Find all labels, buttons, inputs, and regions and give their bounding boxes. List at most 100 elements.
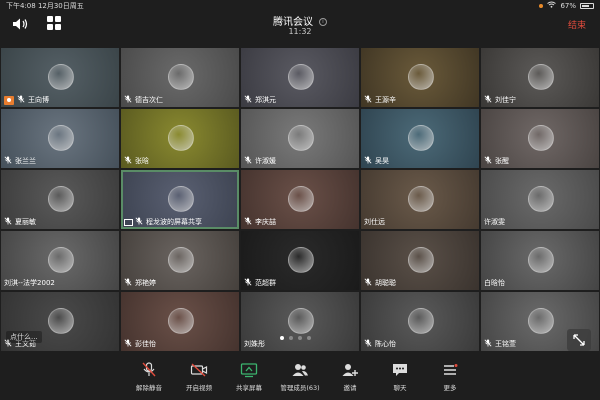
status-right: 67% xyxy=(539,1,594,10)
unmute-button[interactable]: 解除静音 xyxy=(126,362,172,392)
participant-avatar xyxy=(48,125,74,151)
participant-label: 许淑雯 xyxy=(484,217,505,227)
participant-tile[interactable]: 夏丽敏 xyxy=(1,170,119,229)
participant-tile[interactable]: 刘姝彤 xyxy=(241,292,359,351)
participant-label: 范超群 xyxy=(244,278,276,288)
participant-name: 李庆喆 xyxy=(255,218,276,226)
expand-icon xyxy=(573,334,585,346)
participant-name: 张醒 xyxy=(495,157,509,165)
manage-members-label: 管理成员(63) xyxy=(280,384,320,392)
members-icon xyxy=(292,364,308,376)
participant-tile[interactable]: 郑艳婷 xyxy=(121,231,239,290)
mic-muted-icon xyxy=(17,95,28,105)
participant-tile[interactable]: 刘仕远 xyxy=(361,170,479,229)
participant-avatar xyxy=(48,186,74,212)
participant-tile[interactable]: 陈心怡 xyxy=(361,292,479,351)
mic-muted-icon xyxy=(364,278,375,288)
participant-tile[interactable]: 李庆喆 xyxy=(241,170,359,229)
participant-label: 许淑媛 xyxy=(244,156,276,166)
participant-tile[interactable]: 范超群 xyxy=(241,231,359,290)
participant-name: 刘淇--法学2002 xyxy=(4,279,55,287)
page-dot xyxy=(298,336,302,340)
participant-tile[interactable]: 张醒 xyxy=(481,109,599,168)
page-dot xyxy=(280,336,284,340)
participant-tile[interactable]: 程龙波的屏幕共享 xyxy=(121,170,239,229)
participant-name: 刘佳宁 xyxy=(495,96,516,104)
start-video-button[interactable]: 开启视频 xyxy=(176,362,222,392)
participant-tile[interactable]: 彭佳怡 xyxy=(121,292,239,351)
page-indicator xyxy=(280,336,311,340)
participant-avatar xyxy=(168,186,194,212)
mic-muted-icon xyxy=(124,95,135,105)
status-bar: 下午4:08 12月30日周五 67% xyxy=(0,0,600,10)
participant-tile[interactable]: 王源辛 xyxy=(361,48,479,107)
participant-name: 许淑媛 xyxy=(255,157,276,165)
participant-tile[interactable]: 张兰兰 xyxy=(1,109,119,168)
mic-muted-icon xyxy=(364,156,375,166)
participant-tile[interactable]: 王向博 xyxy=(1,48,119,107)
participant-avatar xyxy=(168,125,194,151)
mic-muted-icon xyxy=(364,95,375,105)
participant-avatar xyxy=(408,125,434,151)
participant-avatar xyxy=(528,64,554,90)
share-screen-button[interactable]: 共享屏幕 xyxy=(226,362,272,392)
participant-label: 王铭萱 xyxy=(484,339,516,349)
manage-members-button[interactable]: 管理成员(63) xyxy=(277,362,323,392)
invite-button[interactable]: 邀请 xyxy=(327,362,373,392)
mic-muted-icon xyxy=(484,339,495,349)
participant-avatar xyxy=(48,308,74,334)
mic-muted-icon xyxy=(124,156,135,166)
participant-avatar xyxy=(408,186,434,212)
participant-tile[interactable]: 吴昊 xyxy=(361,109,479,168)
mic-muted-icon xyxy=(135,217,146,227)
add-user-icon xyxy=(342,364,358,376)
participant-avatar xyxy=(528,247,554,273)
page-dot xyxy=(289,336,293,340)
participant-name: 郑艳婷 xyxy=(135,279,156,287)
end-meeting-button[interactable]: 结束 xyxy=(568,18,586,31)
participant-avatar xyxy=(288,308,314,334)
more-label: 更多 xyxy=(443,384,457,392)
mic-muted-icon xyxy=(484,95,495,105)
participant-avatar xyxy=(48,64,74,90)
participant-avatar xyxy=(288,186,314,212)
participant-tile[interactable]: 张晗 xyxy=(121,109,239,168)
participant-tile[interactable]: 郑淇元 xyxy=(241,48,359,107)
mic-muted-icon xyxy=(4,217,15,227)
meeting-title-row[interactable]: 腾讯会议 i xyxy=(0,13,600,28)
info-icon[interactable]: i xyxy=(319,18,327,26)
chat-input-hint[interactable]: 点什么... xyxy=(6,331,42,343)
participant-name: 王铭萱 xyxy=(495,340,516,348)
participant-name: 范超群 xyxy=(255,279,276,287)
participant-tile[interactable]: 德吉次仁 xyxy=(121,48,239,107)
participant-tile[interactable]: 许淑雯 xyxy=(481,170,599,229)
participant-label: 刘姝彤 xyxy=(244,339,265,349)
participant-avatar xyxy=(168,308,194,334)
participant-avatar xyxy=(168,247,194,273)
wifi-icon xyxy=(547,1,557,10)
participant-label: 张兰兰 xyxy=(4,156,36,166)
participant-tile[interactable]: 刘佳宁 xyxy=(481,48,599,107)
chat-button[interactable]: 聊天 xyxy=(377,362,423,392)
participant-label: 吴昊 xyxy=(364,156,389,166)
participant-grid: 王向博 德吉次仁 郑淇元 王源辛 刘佳宁张兰兰 张晗 许淑媛 吴昊 张醒夏丽敏 程龙波的屏幕共享 李… xyxy=(0,48,600,353)
mic-muted-icon xyxy=(124,278,135,288)
fullscreen-button[interactable] xyxy=(567,329,591,351)
participant-avatar xyxy=(288,64,314,90)
participant-name: 吴昊 xyxy=(375,157,389,165)
participant-tile[interactable]: 许淑媛 xyxy=(241,109,359,168)
participant-label: 王向博 xyxy=(4,95,49,105)
participant-tile[interactable]: 刘淇--法学2002 xyxy=(1,231,119,290)
mic-muted-icon xyxy=(244,156,255,166)
participant-tile[interactable]: 胡聪聪 xyxy=(361,231,479,290)
more-button[interactable]: 更多 xyxy=(427,362,473,392)
participant-avatar xyxy=(168,64,194,90)
participant-name: 郑淇元 xyxy=(255,96,276,104)
share-screen-label: 共享屏幕 xyxy=(236,384,262,392)
participant-name: 彭佳怡 xyxy=(135,340,156,348)
participant-name: 程龙波的屏幕共享 xyxy=(146,218,202,226)
mic-muted-icon xyxy=(484,156,495,166)
participant-label: 郑艳婷 xyxy=(124,278,156,288)
participant-tile[interactable]: 白晗怡 xyxy=(481,231,599,290)
participant-label: 刘淇--法学2002 xyxy=(4,278,55,288)
